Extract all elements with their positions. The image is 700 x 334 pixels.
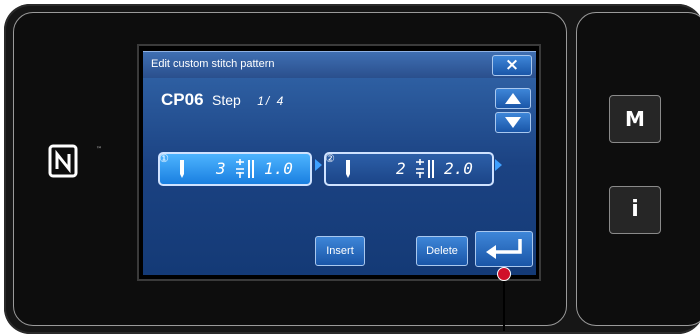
needle-icon	[180, 160, 184, 178]
close-button[interactable]: ×	[492, 55, 532, 76]
pattern-info: CP06 Step 1/ 4	[161, 90, 285, 110]
step-number: 1/ 4	[257, 94, 286, 108]
stitch-count: 2	[396, 159, 406, 178]
delete-button[interactable]: Delete	[416, 236, 468, 266]
right-bezel	[576, 12, 700, 326]
step-2-box[interactable]: ② 2 2.0	[324, 152, 494, 186]
close-icon: ×	[504, 55, 520, 75]
nfc-icon	[48, 144, 78, 178]
callout-dot	[497, 267, 511, 281]
step-1-box[interactable]: ① 3 1.0	[158, 152, 312, 186]
pitch-icon	[236, 159, 254, 178]
title-bar: Edit custom stitch pattern ×	[143, 51, 536, 78]
up-arrow-icon	[505, 93, 521, 104]
screen-content: CP06 Step 1/ 4 ① 3 1.0 ② 2 2.0 Insert De…	[143, 78, 536, 275]
down-arrow-icon	[505, 117, 521, 128]
screen-title: Edit custom stitch pattern	[151, 58, 275, 70]
scroll-up-button[interactable]	[495, 88, 531, 109]
scroll-down-button[interactable]	[495, 112, 531, 133]
pitch-icon	[416, 159, 434, 178]
step-index: ②	[325, 152, 335, 165]
enter-icon	[486, 239, 522, 259]
step-connector-arrow	[495, 159, 502, 171]
needle-icon	[346, 160, 350, 178]
stitch-count: 3	[216, 159, 226, 178]
pattern-code: CP06	[161, 90, 204, 109]
step-label: Step	[211, 92, 241, 108]
enter-button[interactable]	[475, 231, 533, 267]
step-connector-arrow	[315, 159, 322, 171]
stitch-pitch: 2.0	[444, 159, 473, 178]
stitch-pitch: 1.0	[264, 159, 293, 178]
step-index: ①	[159, 152, 169, 165]
touch-screen: Edit custom stitch pattern × CP06 Step 1…	[137, 44, 541, 281]
trademark-symbol: ™	[96, 146, 102, 153]
mode-button[interactable]: M	[609, 95, 661, 143]
insert-button[interactable]: Insert	[315, 236, 365, 266]
info-button[interactable]: i	[609, 186, 661, 234]
